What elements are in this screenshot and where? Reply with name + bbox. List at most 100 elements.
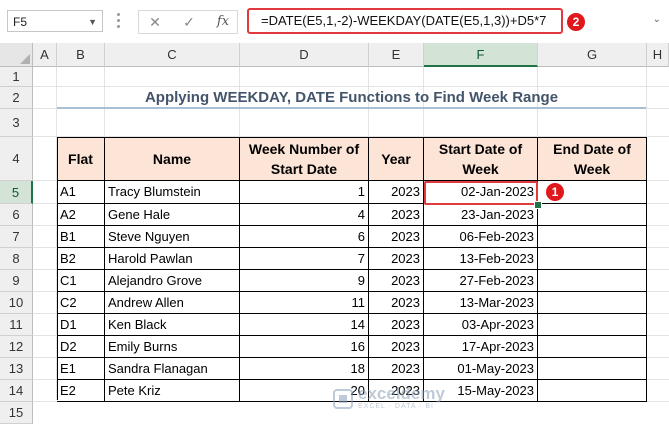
active-cell-highlight (424, 181, 538, 205)
table-cell[interactable]: A1 (57, 181, 105, 204)
formula-input[interactable]: =DATE(E5,1,-2)-WEEKDAY(DATE(E5,1,3))+D5*… (247, 8, 563, 34)
table-cell[interactable]: 03-Apr-2023 (424, 314, 538, 336)
table-header-cell[interactable]: Flat (57, 137, 105, 181)
name-box-dropdown-icon[interactable]: ▼ (88, 11, 97, 33)
end-date-cell[interactable] (538, 226, 647, 248)
row-header-8[interactable]: 8 (0, 248, 33, 270)
table-cell[interactable]: 2023 (369, 336, 424, 358)
table-cell[interactable]: Harold Pawlan (105, 248, 240, 270)
table-cell[interactable]: 4 (240, 204, 369, 226)
spreadsheet-window: F5 ▼ ✕ ✓ fx =DATE(E5,1,-2)-WEEKDAY(DATE(… (0, 0, 669, 426)
select-all-corner[interactable] (0, 43, 33, 67)
table-cell[interactable]: 2023 (369, 314, 424, 336)
row-header-6[interactable]: 6 (0, 204, 33, 226)
table-cell[interactable]: Gene Hale (105, 204, 240, 226)
row-header-15[interactable]: 15 (0, 402, 33, 424)
table-cell[interactable]: 2023 (369, 204, 424, 226)
expand-formula-bar-icon[interactable]: ⌄ (653, 14, 661, 25)
column-header-g[interactable]: G (538, 43, 647, 67)
table-header-cell[interactable]: Year (369, 137, 424, 181)
column-header-h[interactable]: H (647, 43, 669, 67)
watermark-tagline: EXCEL · DATA · BI (358, 403, 434, 410)
table-cell[interactable]: 14 (240, 314, 369, 336)
table-header-cell[interactable]: Name (105, 137, 240, 181)
table-header-cell[interactable]: End Date of Week (538, 137, 647, 181)
table-cell[interactable]: 16 (240, 336, 369, 358)
row-header-4[interactable]: 4 (0, 137, 33, 181)
end-date-cell[interactable] (538, 380, 647, 402)
table-cell[interactable]: 13-Feb-2023 (424, 248, 538, 270)
table-cell[interactable]: C1 (57, 270, 105, 292)
row-header-14[interactable]: 14 (0, 380, 33, 402)
table-cell[interactable]: 2023 (369, 358, 424, 380)
cancel-icon[interactable]: ✕ (143, 11, 167, 33)
end-date-cell[interactable] (538, 248, 647, 270)
table-cell[interactable]: D2 (57, 336, 105, 358)
drag-handle-icon[interactable] (117, 13, 121, 31)
row-header-7[interactable]: 7 (0, 226, 33, 248)
table-cell[interactable]: 18 (240, 358, 369, 380)
row-header-2[interactable]: 2 (0, 87, 33, 109)
table-cell[interactable]: 2023 (369, 270, 424, 292)
callout-badge-2: 2 (567, 13, 585, 31)
table-cell[interactable]: 2023 (369, 248, 424, 270)
table-cell[interactable]: 23-Jan-2023 (424, 204, 538, 226)
table-cell[interactable]: E1 (57, 358, 105, 380)
table-header-cell[interactable]: Week Number of Start Date (240, 137, 369, 181)
end-date-cell[interactable] (538, 204, 647, 226)
table-cell[interactable]: Pete Kriz (105, 380, 240, 402)
table-cell[interactable]: 2023 (369, 181, 424, 204)
row-header-1[interactable]: 1 (0, 67, 33, 87)
name-box[interactable]: F5 ▼ (7, 10, 103, 32)
table-cell[interactable]: B1 (57, 226, 105, 248)
row-header-12[interactable]: 12 (0, 336, 33, 358)
table-cell[interactable]: Alejandro Grove (105, 270, 240, 292)
table-cell[interactable]: 1 (240, 181, 369, 204)
row-header-3[interactable]: 3 (0, 109, 33, 137)
table-header-cell[interactable]: Start Date of Week (424, 137, 538, 181)
table-cell[interactable]: Tracy Blumstein (105, 181, 240, 204)
table-cell[interactable]: B2 (57, 248, 105, 270)
table-cell[interactable]: Steve Nguyen (105, 226, 240, 248)
table-cell[interactable]: 13-Mar-2023 (424, 292, 538, 314)
table-cell[interactable]: 6 (240, 226, 369, 248)
table-cell[interactable]: 11 (240, 292, 369, 314)
enter-icon[interactable]: ✓ (177, 11, 201, 33)
table-cell[interactable]: E2 (57, 380, 105, 402)
row-header-9[interactable]: 9 (0, 270, 33, 292)
fill-handle[interactable] (534, 201, 542, 209)
table-cell[interactable]: A2 (57, 204, 105, 226)
table-cell[interactable]: 2023 (369, 226, 424, 248)
insert-function-icon[interactable]: fx (211, 11, 235, 33)
table-cell[interactable]: Sandra Flanagan (105, 358, 240, 380)
table-cell[interactable]: 2023 (369, 292, 424, 314)
table-cell[interactable]: C2 (57, 292, 105, 314)
table-cell[interactable]: Andrew Allen (105, 292, 240, 314)
column-header-a[interactable]: A (33, 43, 57, 67)
column-header-b[interactable]: B (57, 43, 105, 67)
column-header-c[interactable]: C (105, 43, 240, 67)
table-cell[interactable]: 27-Feb-2023 (424, 270, 538, 292)
table-border-top (57, 137, 647, 138)
table-cell[interactable]: Emily Burns (105, 336, 240, 358)
row-header-13[interactable]: 13 (0, 358, 33, 380)
end-date-cell[interactable] (538, 270, 647, 292)
table-cell[interactable]: D1 (57, 314, 105, 336)
table-cell[interactable]: Ken Black (105, 314, 240, 336)
column-header-e[interactable]: E (369, 43, 424, 67)
end-date-cell[interactable] (538, 336, 647, 358)
table-cell[interactable]: 9 (240, 270, 369, 292)
table-cell[interactable]: 17-Apr-2023 (424, 336, 538, 358)
table-cell[interactable]: 06-Feb-2023 (424, 226, 538, 248)
row-header-10[interactable]: 10 (0, 292, 33, 314)
row-header-5[interactable]: 5 (0, 181, 33, 204)
table-cell[interactable]: 7 (240, 248, 369, 270)
row-header-11[interactable]: 11 (0, 314, 33, 336)
column-header-d[interactable]: D (240, 43, 369, 67)
table-cell[interactable]: 01-May-2023 (424, 358, 538, 380)
end-date-cell[interactable] (538, 292, 647, 314)
end-date-cell[interactable] (538, 314, 647, 336)
column-header-f[interactable]: F (424, 43, 538, 67)
end-date-cell[interactable] (538, 358, 647, 380)
watermark: exceldemy EXCEL · DATA · BI (332, 384, 482, 416)
